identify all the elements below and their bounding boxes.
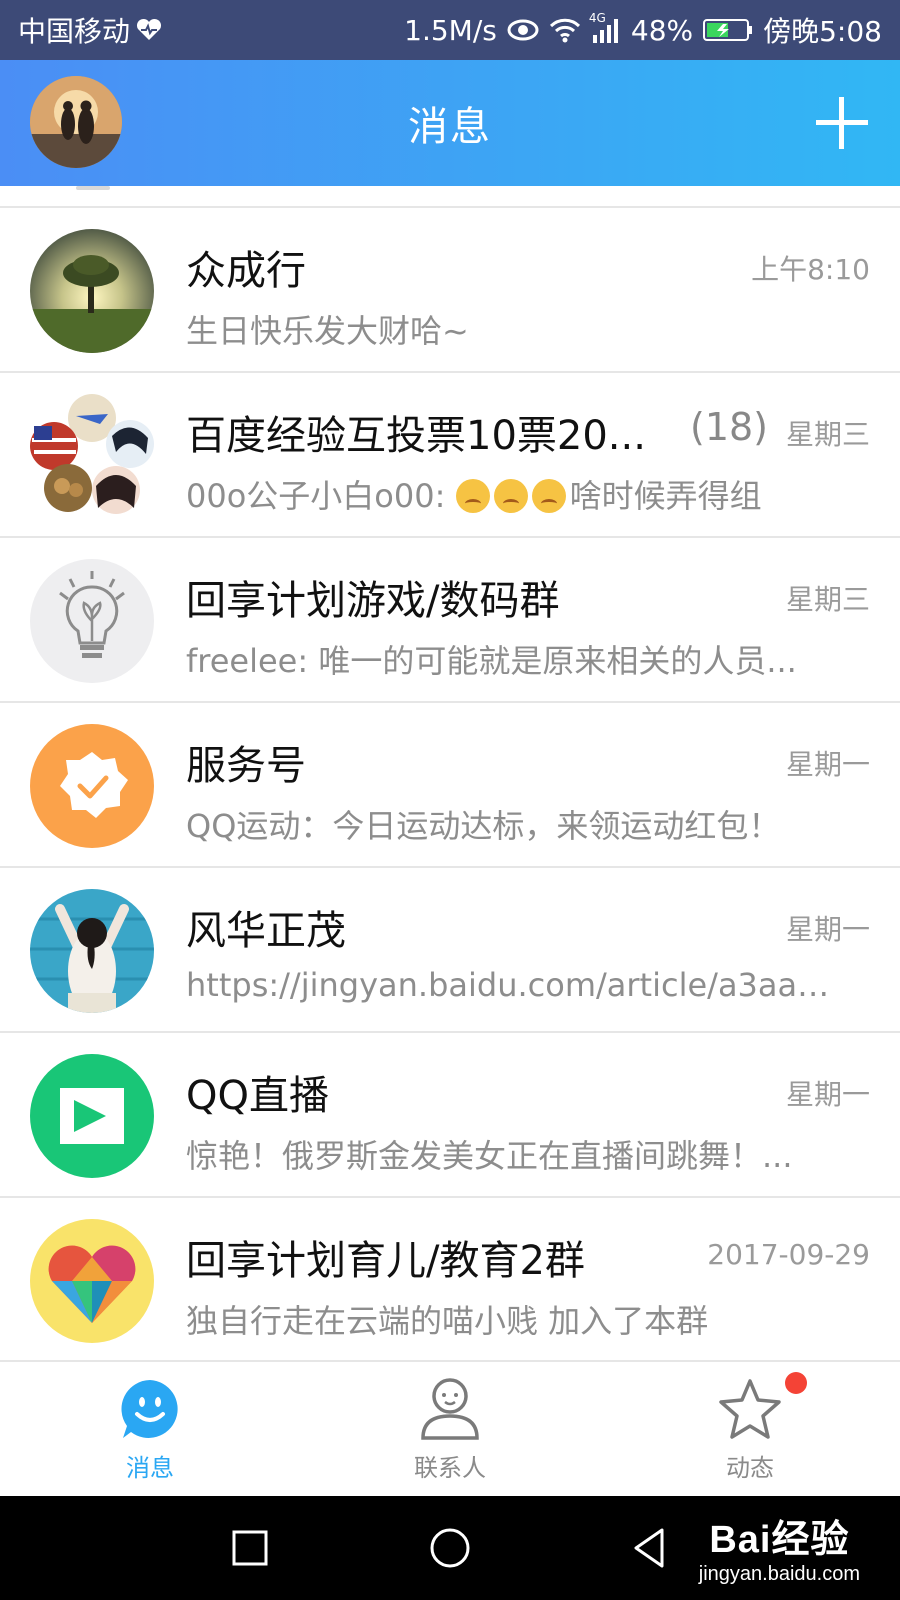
conversation-name: 众成行 bbox=[186, 248, 306, 294]
conversation-time: 星期一 bbox=[785, 913, 870, 946]
service-avatar bbox=[30, 724, 154, 848]
network-speed: 1.5M/s bbox=[404, 13, 497, 47]
conversation-preview: 生日快乐发大财哈~ bbox=[186, 312, 469, 350]
recents-button[interactable] bbox=[226, 1524, 274, 1572]
list-item[interactable]: 风华正茂 星期一 https://jingyan.baidu.com/artic… bbox=[0, 868, 900, 1033]
sad-emoji-icon bbox=[493, 479, 528, 513]
conversation-name: 服务号 bbox=[186, 743, 306, 789]
conversation-time: 2017-09-29 bbox=[707, 1238, 870, 1271]
tab-label: 联系人 bbox=[414, 1454, 486, 1482]
list-item[interactable]: 众成行 上午8:10 生日快乐发大财哈~ bbox=[0, 208, 900, 373]
list-item[interactable]: 服务号 星期一 QQ运动：今日运动达标，来领运动红包！ bbox=[0, 703, 900, 868]
baidu-watermark: Bai经验 jingyan.baidu.com bbox=[699, 1508, 860, 1586]
conversation-list[interactable]: 众成行 上午8:10 生日快乐发大财哈~ 百度经验互投票10票20... (18… bbox=[0, 186, 900, 1360]
network-type: 4G bbox=[588, 11, 606, 25]
conversation-preview: 00o公子小白o00: 啥时候弄得组 bbox=[186, 471, 846, 517]
watermark-brand: Bai经验 bbox=[709, 1519, 850, 1561]
conversation-time: 星期一 bbox=[785, 1078, 870, 1111]
tab-messages[interactable]: 消息 bbox=[0, 1362, 300, 1496]
tab-moments[interactable]: 动态 bbox=[600, 1362, 900, 1496]
conversation-name: 回享计划育儿/教育2群 bbox=[186, 1238, 585, 1284]
add-button[interactable] bbox=[812, 93, 872, 153]
watermark-url: jingyan.baidu.com bbox=[698, 1563, 860, 1585]
heart-rate-icon bbox=[136, 18, 162, 42]
sad-emoji-icon bbox=[455, 479, 490, 513]
conversation-preview: https://jingyan.baidu.com/article/a3aad.… bbox=[186, 966, 846, 1004]
chat-bubble-icon bbox=[121, 1380, 178, 1438]
conversation-time: 上午8:10 bbox=[751, 253, 870, 286]
live-avatar bbox=[30, 1054, 154, 1178]
status-bar: 中国移动 1.5M/s 4G 48% 傍晚5:08 bbox=[0, 0, 900, 60]
conversation-time: 星期一 bbox=[785, 748, 870, 781]
star-icon bbox=[719, 1379, 781, 1439]
app-header: 消息 bbox=[0, 60, 900, 186]
clock: 傍晚5:08 bbox=[763, 15, 882, 48]
back-button[interactable] bbox=[626, 1524, 674, 1572]
list-item[interactable]: QQ直播 星期一 惊艳！俄罗斯金发美女正在直播间跳舞！... bbox=[0, 1033, 900, 1198]
conversation-name: 百度经验互投票10票20... bbox=[186, 413, 646, 459]
conversation-preview: freelee: 唯一的可能就是原来相关的人员... bbox=[186, 642, 797, 680]
conversation-time: 星期三 bbox=[785, 418, 870, 451]
notification-badge bbox=[785, 1372, 807, 1394]
girl-avatar bbox=[30, 889, 154, 1013]
conversation-preview: QQ运动：今日运动达标，来领运动红包！ bbox=[186, 807, 781, 845]
list-item[interactable]: 回享计划游戏/数码群 星期三 freelee: 唯一的可能就是原来相关的人员..… bbox=[0, 538, 900, 703]
tab-label: 消息 bbox=[126, 1454, 174, 1482]
list-item-partial bbox=[0, 186, 900, 208]
battery-percent: 48% bbox=[630, 13, 694, 47]
page-title: 消息 bbox=[408, 104, 492, 150]
heart-avatar bbox=[30, 1219, 154, 1343]
carrier-label: 中国移动 bbox=[18, 15, 131, 48]
eye-icon bbox=[507, 19, 539, 41]
tree-avatar bbox=[30, 229, 154, 353]
conversation-name: 回享计划游戏/数码群 bbox=[186, 578, 560, 624]
person-icon bbox=[421, 1378, 479, 1440]
battery-icon bbox=[703, 18, 753, 42]
unread-count: (18) bbox=[690, 405, 769, 449]
conversation-time: 星期三 bbox=[785, 583, 870, 616]
preview-sender: 00o公子小白o00: bbox=[186, 477, 456, 515]
home-button[interactable] bbox=[426, 1524, 474, 1572]
profile-avatar[interactable] bbox=[30, 76, 122, 168]
bottom-tab-bar: 消息 联系人 动态 bbox=[0, 1360, 900, 1496]
plus-icon bbox=[816, 97, 868, 149]
conversation-preview: 惊艳！俄罗斯金发美女正在直播间跳舞！... bbox=[186, 1137, 793, 1175]
conversation-name: QQ直播 bbox=[186, 1073, 329, 1119]
signal-icon: 4G bbox=[589, 11, 621, 43]
sad-emoji-icon bbox=[531, 479, 566, 513]
preview-text: 啥时候弄得组 bbox=[569, 477, 762, 515]
conversation-preview: 独自行走在云端的喵小贱 加入了本群 bbox=[186, 1302, 709, 1340]
list-item[interactable]: 回享计划育儿/教育2群 2017-09-29 独自行走在云端的喵小贱 加入了本群 bbox=[0, 1198, 900, 1360]
wifi-icon bbox=[549, 17, 581, 43]
tab-contacts[interactable]: 联系人 bbox=[300, 1362, 600, 1496]
lightbulb-avatar bbox=[30, 559, 154, 683]
group-avatar bbox=[30, 394, 154, 518]
conversation-name: 风华正茂 bbox=[186, 908, 346, 954]
list-item[interactable]: 百度经验互投票10票20... (18) 星期三 00o公子小白o00: 啥时候… bbox=[0, 373, 900, 538]
tab-label: 动态 bbox=[726, 1454, 774, 1482]
